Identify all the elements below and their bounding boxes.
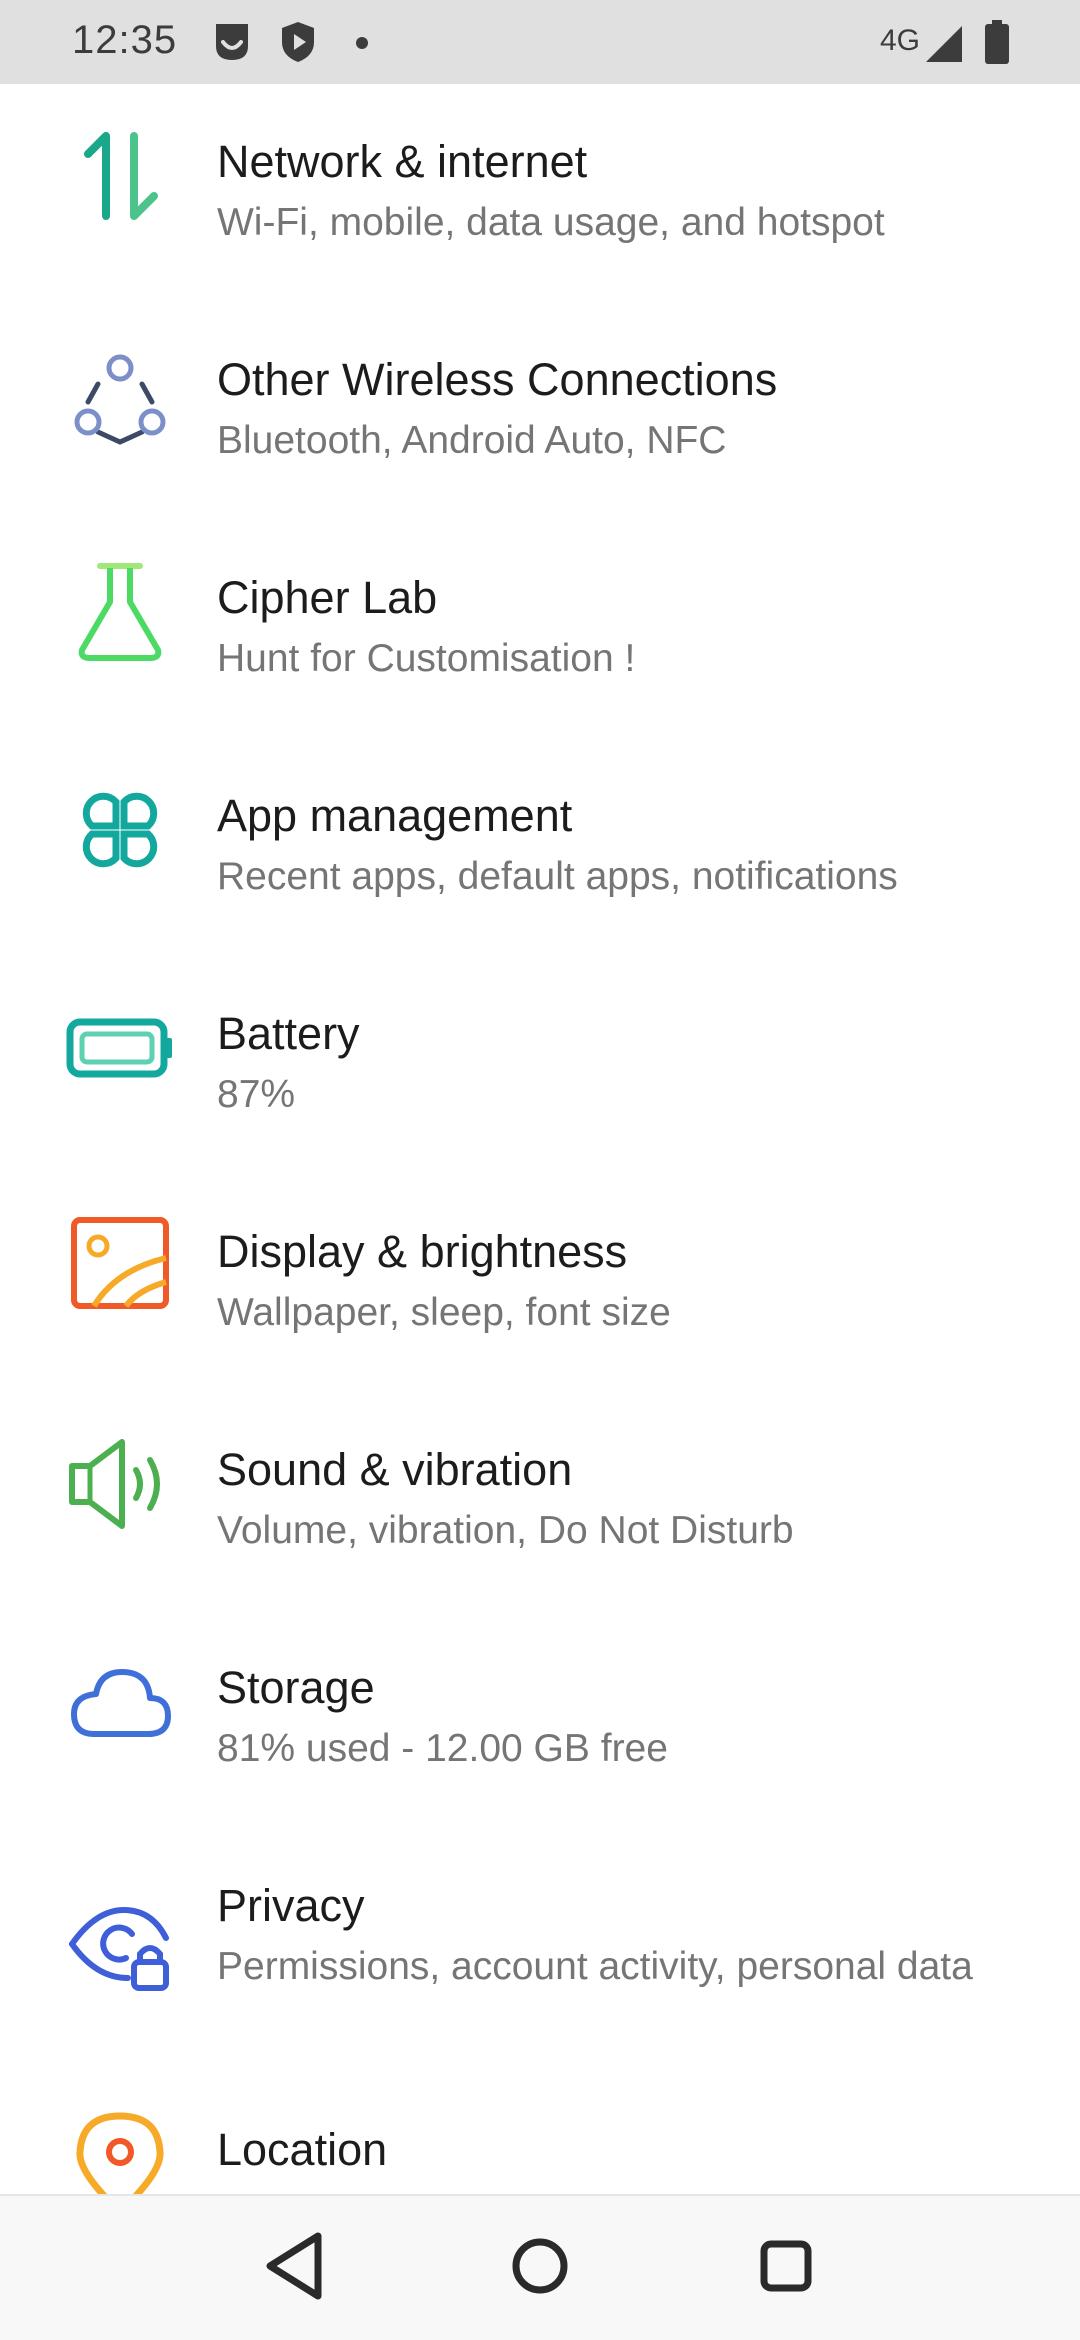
setting-title: App management xyxy=(217,790,573,841)
setting-subtitle: On - 3 apps have access to location xyxy=(217,2186,1017,2194)
setting-privacy[interactable]: Privacy Permissions, account activity, p… xyxy=(0,1828,1080,2094)
setting-display-brightness[interactable]: Display & brightness Wallpaper, sleep, f… xyxy=(0,1174,1080,1392)
setting-subtitle: Wallpaper, sleep, font size xyxy=(217,1291,671,1334)
setting-sound-vibration[interactable]: Sound & vibration Volume, vibration, Do … xyxy=(0,1392,1080,1610)
connections-icon xyxy=(66,340,174,448)
setting-subtitle: Recent apps, default apps, notifications xyxy=(217,855,898,898)
home-circle-icon xyxy=(512,2238,568,2294)
home-button[interactable] xyxy=(500,2226,580,2306)
setting-network-internet[interactable]: Network & internet Wi-Fi, mobile, data u… xyxy=(0,84,1080,302)
setting-title: Network & internet xyxy=(217,136,588,187)
setting-title: Location xyxy=(217,2124,388,2175)
setting-subtitle: Bluetooth, Android Auto, NFC xyxy=(217,419,727,462)
setting-storage[interactable]: Storage 81% used - 12.00 GB free xyxy=(0,1610,1080,1828)
battery-status-icon xyxy=(984,20,1010,69)
shield-play-icon xyxy=(278,20,318,69)
setting-title: Other Wireless Connections xyxy=(217,354,778,405)
location-pin-icon xyxy=(66,2108,174,2194)
setting-subtitle: Hunt for Customisation ! xyxy=(217,637,636,680)
dot-icon xyxy=(356,36,368,54)
signal-icon xyxy=(924,24,964,69)
notification-face-icon xyxy=(212,20,252,69)
network-type: 4G xyxy=(880,24,921,57)
setting-other-wireless[interactable]: Other Wireless Connections Bluetooth, An… xyxy=(0,302,1080,520)
battery-icon xyxy=(66,994,174,1102)
status-bar: 12:35 4G xyxy=(0,0,1080,84)
display-icon xyxy=(66,1212,174,1320)
navigation-bar xyxy=(0,2194,1080,2340)
apps-grid-icon xyxy=(66,776,174,884)
setting-subtitle: Permissions, account activity, personal … xyxy=(217,1945,973,1988)
setting-subtitle: 81% used - 12.00 GB free xyxy=(217,1727,668,1770)
setting-title: Sound & vibration xyxy=(217,1444,573,1495)
settings-list: Network & internet Wi-Fi, mobile, data u… xyxy=(0,84,1080,2194)
setting-title: Storage xyxy=(217,1662,375,1713)
status-time: 12:35 xyxy=(72,18,178,62)
speaker-icon xyxy=(66,1430,174,1538)
network-arrows-icon xyxy=(66,122,174,230)
setting-subtitle: Wi-Fi, mobile, data usage, and hotspot xyxy=(217,201,885,244)
flask-icon xyxy=(66,558,174,666)
privacy-eye-icon xyxy=(66,1892,174,2000)
setting-subtitle: 87% xyxy=(217,1073,296,1116)
setting-title: Battery xyxy=(217,1008,360,1059)
setting-app-management[interactable]: App management Recent apps, default apps… xyxy=(0,738,1080,956)
setting-title: Cipher Lab xyxy=(217,572,438,623)
setting-title: Privacy xyxy=(217,1880,365,1931)
setting-subtitle: Volume, vibration, Do Not Disturb xyxy=(217,1509,794,1552)
recents-square-icon xyxy=(760,2240,812,2292)
recents-button[interactable] xyxy=(746,2226,826,2306)
setting-title: Display & brightness xyxy=(217,1226,628,1277)
settings-screen: 12:35 4G Network & internet Wi-Fi, mobil… xyxy=(0,0,1080,2340)
back-button[interactable] xyxy=(256,2226,336,2306)
setting-battery[interactable]: Battery 87% xyxy=(0,956,1080,1174)
setting-cipher-lab[interactable]: Cipher Lab Hunt for Customisation ! xyxy=(0,520,1080,738)
back-triangle-icon xyxy=(266,2232,322,2300)
cloud-icon xyxy=(66,1648,174,1756)
setting-location[interactable]: Location On - 3 apps have access to loca… xyxy=(0,2094,1080,2194)
